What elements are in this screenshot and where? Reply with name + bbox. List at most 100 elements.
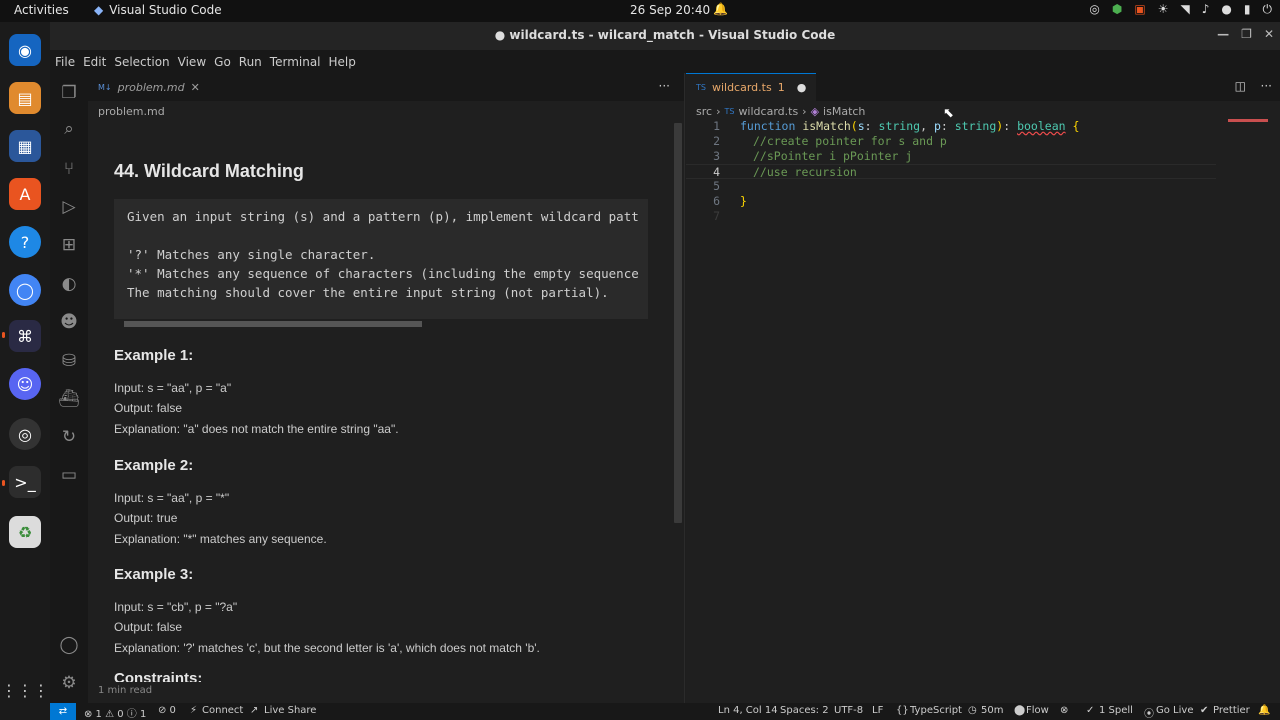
spell-check[interactable]: 1 Spell — [1099, 705, 1133, 716]
remote-indicator-icon[interactable]: ⇄ — [50, 703, 76, 720]
menu-edit[interactable]: Edit — [83, 55, 106, 69]
menu-run[interactable]: Run — [239, 55, 262, 69]
editor-pane: TS wildcard.ts 1 ● ◫ ··· src › TS wildca… — [686, 73, 1280, 703]
code-line-5[interactable]: 5 — [686, 179, 1216, 194]
document-icon[interactable]: ▦ — [9, 130, 41, 162]
code-line-3[interactable]: 3 //sPointer i pPointer j — [686, 149, 1216, 164]
breadcrumb-symbol[interactable]: isMatch — [823, 105, 865, 118]
remote-explorer-icon[interactable]: ◐ — [57, 272, 81, 296]
chrome-icon[interactable]: ◯ — [9, 274, 41, 306]
time-tracker[interactable]: 50m — [981, 705, 1003, 716]
clock[interactable]: 26 Sep 20:40 — [630, 3, 710, 17]
eol[interactable]: LF — [872, 705, 883, 716]
encoding[interactable]: UTF-8 — [834, 705, 863, 716]
notification-bell-icon[interactable]: 🔔 — [713, 2, 728, 16]
live-share-button[interactable]: Live Share — [264, 705, 316, 716]
chat-icon[interactable]: ▭ — [57, 463, 81, 487]
problems-indicator[interactable]: ⊗ 1 ⚠ 0 ⓘ 1 — [84, 705, 146, 720]
screencast-icon[interactable]: ▣ — [1134, 2, 1145, 17]
right-tab-bar: TS wildcard.ts 1 ● ◫ ··· — [686, 73, 1280, 101]
microphone-icon[interactable]: ● — [1221, 2, 1231, 17]
help-icon[interactable]: ? — [9, 226, 41, 258]
obs-icon[interactable]: ◎ — [9, 418, 41, 450]
brightness-icon[interactable]: ☀ — [1158, 2, 1169, 17]
code-line: '*' Matches any sequence of characters (… — [127, 266, 639, 281]
prettier-button[interactable]: Prettier — [1213, 705, 1250, 716]
database-icon[interactable]: ⛁ — [57, 349, 81, 373]
tab-close-icon[interactable]: ✕ — [191, 81, 200, 94]
menu-go[interactable]: Go — [214, 55, 231, 69]
cursor-position[interactable]: Ln 4, Col 14 — [718, 705, 778, 716]
more-actions-icon[interactable]: ··· — [659, 79, 670, 93]
volume-icon[interactable]: ♪ — [1202, 2, 1210, 17]
menu-file[interactable]: File — [55, 55, 75, 69]
shield-icon[interactable]: ⬢ — [1112, 2, 1122, 17]
indentation[interactable]: Spaces: 2 — [780, 705, 829, 716]
explorer-icon[interactable]: ❐ — [57, 81, 81, 105]
horizontal-scrollbar[interactable] — [114, 319, 648, 329]
system-top-bar: Activities ◆ Visual Studio Code 26 Sep 2… — [0, 0, 1280, 22]
unsaved-dot-icon[interactable]: ● — [797, 81, 807, 94]
go-live-button[interactable]: Go Live — [1156, 705, 1193, 716]
extensions-icon[interactable]: ⊞ — [57, 233, 81, 257]
menu-view[interactable]: View — [178, 55, 206, 69]
connect-button[interactable]: Connect — [202, 705, 243, 716]
account-icon[interactable]: ◯ — [57, 633, 81, 657]
app-menu[interactable]: ◆ Visual Studio Code — [94, 3, 222, 17]
tab-wildcard-ts[interactable]: TS wildcard.ts 1 ● — [686, 73, 817, 101]
param-s: s — [857, 119, 865, 133]
param-p: p — [933, 119, 941, 133]
trash-icon[interactable]: ♻ — [9, 516, 41, 548]
breadcrumb-src[interactable]: src — [696, 105, 712, 118]
activities-button[interactable]: Activities — [14, 3, 69, 17]
vscode-icon[interactable]: ⌘ — [9, 320, 41, 352]
source-control-icon[interactable]: ⑂ — [57, 157, 81, 181]
files-icon[interactable]: ▤ — [9, 82, 41, 114]
code-line-7[interactable]: 7 — [686, 209, 1216, 224]
scroll-thumb[interactable] — [124, 321, 422, 327]
tab-problem-md[interactable]: M↓ problem.md ✕ — [88, 73, 210, 101]
flow-button[interactable]: Flow — [1026, 705, 1049, 716]
battery-icon[interactable]: ▮ — [1244, 2, 1251, 17]
docker-icon[interactable]: ⛴ — [57, 387, 81, 411]
broadcast-icon[interactable]: ⊗ — [1060, 705, 1068, 716]
code-line-1[interactable]: 1 function isMatch(s: string, p: string)… — [686, 119, 1216, 134]
search-icon[interactable]: ⌕ — [57, 117, 81, 141]
typescript-file-icon: TS — [724, 106, 735, 116]
closing-brace: } — [740, 194, 747, 208]
discord-icon[interactable]: ☺ — [9, 368, 41, 400]
sync-icon[interactable]: ◎ — [1089, 2, 1099, 17]
close-icon[interactable]: ✕ — [1264, 27, 1274, 41]
minimize-icon[interactable]: — — [1217, 27, 1229, 41]
status-bar: ⇄ ⊗ 1 ⚠ 0 ⓘ 1 ⊘ 0 ⚡ Connect ↗ Live Share… — [50, 703, 1280, 720]
show-apps-icon[interactable]: ⋮⋮⋮ — [1, 674, 49, 706]
firefox-icon[interactable]: ◉ — [9, 34, 41, 66]
code-line-4[interactable]: 4 //use recursion — [686, 164, 1216, 179]
window-controls: — ❐ ✕ — [1217, 27, 1274, 41]
more-actions-icon[interactable]: ··· — [1261, 79, 1272, 93]
language-mode[interactable]: TypeScript — [910, 705, 962, 716]
menu-selection[interactable]: Selection — [114, 55, 169, 69]
power-icon[interactable]: ⏻ — [1263, 2, 1273, 17]
app-center-icon[interactable]: A — [9, 178, 41, 210]
vscode-small-icon: ◆ — [94, 3, 104, 17]
code-line-6[interactable]: 6 } — [686, 194, 1216, 209]
vertical-scrollbar[interactable] — [674, 123, 682, 523]
live-share-icon[interactable]: ↻ — [57, 425, 81, 449]
ports-indicator[interactable]: ⊘ 0 — [158, 705, 176, 716]
minimap[interactable] — [1228, 119, 1268, 122]
wifi-icon[interactable]: ◥ — [1181, 2, 1190, 17]
split-editor-icon[interactable]: ◫ — [1235, 79, 1246, 93]
menu-help[interactable]: Help — [329, 55, 356, 69]
code-line-2[interactable]: 2 //create pointer for s and p — [686, 134, 1216, 149]
run-debug-icon[interactable]: ▷ — [57, 195, 81, 219]
tab-label: wildcard.ts — [711, 81, 772, 94]
terminal-icon[interactable]: >_ — [9, 466, 41, 498]
copilot-icon[interactable]: ☻ — [57, 310, 81, 334]
breadcrumb-file[interactable]: wildcard.ts — [738, 105, 798, 118]
maximize-icon[interactable]: ❐ — [1241, 27, 1252, 41]
notifications-bell-icon[interactable]: 🔔 — [1258, 705, 1270, 716]
breadcrumb-file[interactable]: problem.md — [98, 105, 165, 118]
menu-terminal[interactable]: Terminal — [270, 55, 321, 69]
settings-gear-icon[interactable]: ⚙ — [57, 671, 81, 695]
